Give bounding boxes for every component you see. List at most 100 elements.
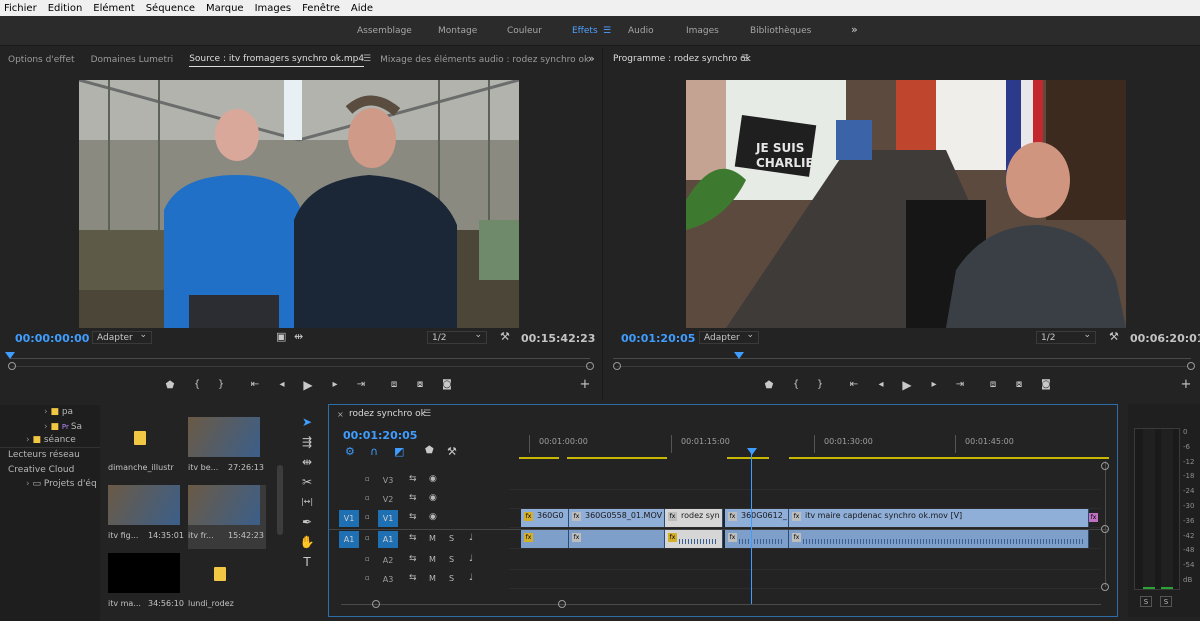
mark-in-icon[interactable]: { — [190, 379, 204, 390]
program-timecode-current[interactable]: 00:01:20:05 — [621, 332, 695, 345]
hand-tool-icon[interactable]: ✋ — [296, 533, 318, 551]
audio-clip[interactable]: fx — [665, 530, 723, 548]
workspace-overflow-button[interactable]: » — [851, 23, 858, 36]
track-label[interactable]: V1 — [378, 510, 398, 527]
workspace-tab[interactable]: Images — [686, 26, 719, 36]
audio-solo-button[interactable]: S — [449, 555, 454, 564]
audio-clip[interactable]: fx — [725, 530, 789, 548]
play-icon[interactable]: ▶ — [301, 378, 315, 392]
audio-solo-button[interactable]: S — [449, 534, 454, 543]
go-to-in-icon[interactable]: ⇤ — [248, 379, 262, 390]
razor-tool-icon[interactable]: ✂ — [296, 473, 318, 491]
timeline-timecode[interactable]: 00:01:20:05 — [343, 429, 417, 442]
bin-item[interactable]: itv fr... 15:42:23 — [188, 485, 266, 549]
source-time-ruler[interactable] — [10, 358, 590, 359]
menu-item[interactable]: Fichier — [4, 3, 37, 14]
menu-item[interactable]: Marque — [206, 3, 244, 14]
source-zoom-handle-right[interactable] — [586, 362, 594, 370]
eye-icon[interactable]: ◉ — [429, 474, 437, 484]
program-tab[interactable]: Programme : rodez synchro ok — [613, 54, 751, 64]
track-select-tool-icon[interactable]: ⇶ — [296, 433, 318, 451]
eye-icon[interactable]: ◉ — [429, 493, 437, 503]
step-forward-icon[interactable]: ▸ — [328, 379, 342, 390]
tree-item[interactable]: › ■ pa — [44, 407, 73, 417]
source-panel-tab[interactable]: Source : itv fromagers synchro ok.mp4 — [189, 54, 365, 67]
program-zoom-bar[interactable] — [617, 366, 1189, 367]
settings-icon[interactable]: ▣ — [276, 330, 286, 343]
bin-scrollbar[interactable] — [277, 465, 283, 535]
timeline-scroll-handle-left[interactable] — [372, 600, 380, 608]
selection-tool-icon[interactable]: ➤ — [296, 413, 318, 431]
workspace-tab[interactable]: Bibliothèques — [750, 26, 811, 36]
insert-icon[interactable]: ⧈ — [387, 379, 401, 390]
program-fit-dropdown[interactable]: Adapter — [699, 329, 759, 344]
video-clip[interactable]: fx 360G0612_ — [725, 509, 789, 527]
microphone-icon[interactable]: ♩ — [469, 573, 473, 583]
bin-item[interactable]: lundi_rodez — [188, 553, 266, 617]
sync-lock-icon[interactable]: ⇆ — [409, 493, 417, 503]
audio-clip[interactable]: fx — [521, 530, 569, 548]
audio-clip[interactable]: fx — [569, 530, 665, 548]
source-panel-tab[interactable]: Options d'effet — [8, 55, 75, 65]
overwrite-icon[interactable]: ⧇ — [413, 379, 427, 390]
source-patch-target[interactable]: V1 — [339, 510, 359, 527]
sync-lock-icon[interactable]: ⇆ — [409, 533, 417, 543]
ripple-edit-tool-icon[interactable]: ⇹ — [296, 453, 318, 471]
bin-item[interactable]: dimanche_illustr — [108, 417, 186, 481]
track-lane[interactable] — [509, 551, 1101, 570]
snap-icon[interactable]: ∩ — [370, 445, 378, 458]
video-clip[interactable]: fx 360G0558_01.MOV [ — [569, 509, 665, 527]
button-editor-icon[interactable]: + — [1179, 377, 1193, 392]
lock-icon[interactable]: ▫ — [365, 494, 370, 502]
wrench-icon[interactable]: ⚒ — [500, 330, 510, 343]
lift-icon[interactable]: ⧈ — [986, 379, 1000, 390]
vscroll-mid-handle[interactable] — [1101, 525, 1109, 533]
go-to-out-icon[interactable]: ⇥ — [953, 379, 967, 390]
source-fit-dropdown[interactable]: Adapter — [92, 329, 152, 344]
sync-lock-icon[interactable]: ⇆ — [409, 573, 417, 583]
panel-menu-icon[interactable]: ☰ — [741, 54, 749, 64]
source-playhead[interactable] — [5, 352, 15, 359]
timeline-scrollbar[interactable] — [341, 604, 1101, 605]
sync-lock-icon[interactable]: ⇆ — [409, 474, 417, 484]
track-label[interactable]: A2 — [378, 552, 398, 569]
source-panel-tab[interactable]: Mixage des éléments audio : rodez synchr… — [380, 55, 589, 65]
lock-icon[interactable]: ▫ — [365, 574, 370, 582]
wrench-icon[interactable]: ⚒ — [1109, 330, 1119, 343]
menu-item[interactable]: Aide — [351, 3, 373, 14]
tree-item[interactable]: › ■ Pr Sa — [44, 422, 82, 432]
nest-icon[interactable]: ⚙ — [345, 445, 355, 458]
menu-item[interactable]: Séquence — [146, 3, 195, 14]
source-zoom-bar[interactable] — [12, 366, 590, 367]
timeline-settings-icon[interactable]: ⚒ — [447, 445, 457, 458]
audio-mute-button[interactable]: M — [429, 574, 436, 583]
timeline-tab[interactable]: rodez synchro ok — [349, 409, 426, 419]
vscroll-bottom-handle[interactable] — [1101, 583, 1109, 591]
export-frame-icon[interactable]: ◙ — [1039, 379, 1053, 390]
video-clip[interactable]: fx 360G0 — [521, 509, 569, 527]
vscroll-top-handle[interactable] — [1101, 462, 1109, 470]
mark-in-icon[interactable]: { — [789, 379, 803, 390]
timeline-playhead-line[interactable] — [751, 449, 752, 605]
workspace-tab[interactable]: Assemblage — [357, 26, 412, 36]
lock-icon[interactable]: ▫ — [365, 513, 370, 521]
work-area-bar[interactable] — [519, 457, 1109, 459]
step-back-icon[interactable]: ◂ — [275, 379, 289, 390]
menu-item[interactable]: Elément — [93, 3, 134, 14]
source-timecode-current[interactable]: 00:00:00:00 — [15, 332, 89, 345]
extract-icon[interactable]: ⧇ — [1012, 379, 1026, 390]
mark-out-icon[interactable]: } — [214, 379, 228, 390]
button-editor-icon[interactable]: + — [578, 377, 592, 392]
track-label[interactable]: V3 — [378, 472, 398, 489]
workspace-tab[interactable]: Couleur — [507, 26, 542, 36]
lock-icon[interactable]: ▫ — [365, 534, 370, 542]
bin-item[interactable]: itv be... 27:26:13 — [188, 417, 266, 481]
insert-edit-icon[interactable]: ⇹ — [294, 330, 303, 343]
panel-menu-icon[interactable]: ☰ — [363, 54, 371, 64]
workspace-tab[interactable]: Audio — [628, 26, 654, 36]
hamburger-icon[interactable]: ☰ — [603, 26, 611, 36]
close-icon[interactable]: × — [337, 410, 344, 419]
source-zoom-handle-left[interactable] — [8, 362, 16, 370]
timeline-playhead[interactable] — [747, 448, 757, 455]
microphone-icon[interactable]: ♩ — [469, 533, 473, 543]
